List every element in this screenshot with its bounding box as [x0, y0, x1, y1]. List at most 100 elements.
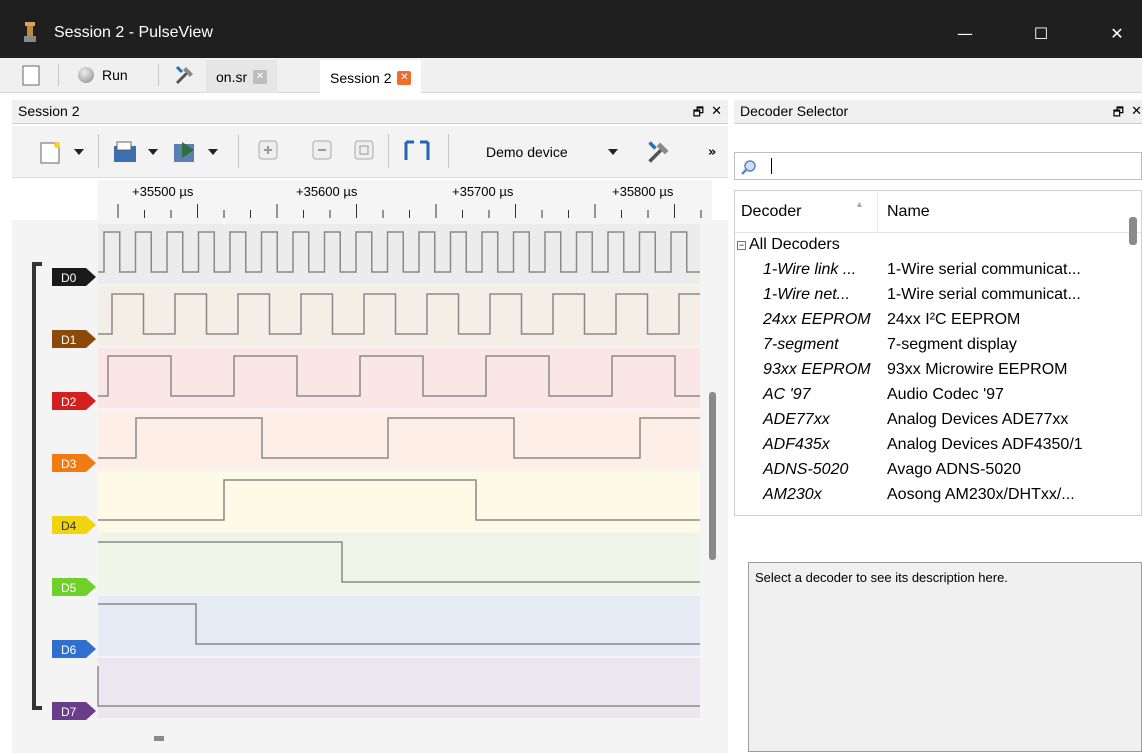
column-header-name[interactable]: Name — [887, 203, 930, 221]
decoder-row[interactable]: AM230x Aosong AM230x/DHTxx/... — [735, 482, 1141, 507]
decoder-panel-header: Decoder Selector 🗗 ✕ — [734, 100, 1142, 124]
close-tab-icon[interactable]: ✕ — [397, 70, 412, 85]
new-view-icon — [40, 142, 60, 164]
decoder-description: Select a decoder to see its description … — [748, 562, 1142, 752]
zoom-out-icon[interactable] — [310, 138, 334, 166]
channel-label-d1[interactable]: D1 — [52, 330, 96, 348]
decoder-row[interactable]: 24xx EEPROM 24xx I²C EEPROM — [735, 307, 1141, 332]
more-tools-button[interactable]: » — [708, 138, 716, 166]
channel-label-d4[interactable]: D4 — [52, 516, 96, 534]
channel-label-d3[interactable]: D3 — [52, 454, 96, 472]
decoder-id: 1-Wire link ... — [763, 260, 857, 278]
decoder-row[interactable]: AC '97 Audio Codec '97 — [735, 382, 1141, 407]
session-panel-header: Session 2 🗗 ✕ — [12, 100, 728, 124]
close-tab-icon[interactable]: ✕ — [253, 69, 268, 84]
decoder-list-header: Decoder ▲ Name — [735, 191, 1141, 233]
device-selector[interactable]: Demo device — [486, 138, 618, 166]
decoder-name: Avago ADNS-5020 — [887, 460, 1022, 478]
float-panel-icon[interactable]: 🗗 — [1113, 103, 1124, 124]
tab-on-sr[interactable]: on.sr ✕ — [206, 60, 278, 93]
decoder-row[interactable]: 1-Wire net... 1-Wire serial communicat... — [735, 282, 1141, 307]
channel-trace-background — [98, 224, 700, 284]
run-button[interactable]: Run — [78, 64, 128, 86]
maximize-button[interactable]: ☐ — [1018, 10, 1064, 56]
decoder-name: Analog Devices ADE77xx — [887, 410, 1069, 428]
zoom-in-icon[interactable] — [256, 138, 280, 166]
decoder-panel-title: Decoder Selector — [740, 103, 849, 119]
channel-name: D3 — [61, 457, 77, 471]
save-icon — [174, 142, 194, 162]
logic-probe-icon — [24, 22, 36, 42]
column-header-decoder[interactable]: Decoder — [741, 203, 801, 221]
decoder-name: 93xx Microwire EEPROM — [887, 360, 1068, 378]
channel-name: D1 — [61, 333, 77, 347]
open-file-icon — [114, 141, 136, 162]
channel-trace-background — [98, 534, 700, 594]
device-configure-icon[interactable] — [646, 138, 672, 166]
channel-name: D6 — [61, 643, 77, 657]
sort-ascending-icon: ▲ — [855, 199, 864, 209]
channel-label-d7[interactable]: D7 — [52, 702, 96, 720]
channel-label-d2[interactable]: D2 — [52, 392, 96, 410]
minimize-button[interactable]: — — [942, 10, 988, 56]
channel-label-d6[interactable]: D6 — [52, 640, 96, 658]
channel-label-d0[interactable]: D0 — [52, 268, 96, 286]
decoder-row[interactable]: 1-Wire link ... 1-Wire serial communicat.… — [735, 257, 1141, 282]
main-toolbar: Run on.sr ✕ Session 2 ✕ — [0, 58, 1142, 95]
decoder-id: ADNS-5020 — [763, 460, 849, 478]
new-session-icon[interactable] — [20, 64, 42, 86]
configure-icon[interactable] — [174, 64, 196, 86]
float-panel-icon[interactable]: 🗗 — [693, 103, 704, 124]
channel-trace-background — [98, 658, 700, 718]
decoder-group-label: All Decoders — [749, 236, 840, 253]
decoder-row[interactable]: ADE77xx Analog Devices ADE77xx — [735, 407, 1141, 432]
decoder-id: 1-Wire net... — [763, 285, 850, 303]
channel-trace-background — [98, 286, 700, 346]
decoder-row[interactable]: ADNS-5020 Avago ADNS-5020 — [735, 457, 1141, 482]
decoder-id: 93xx EEPROM — [763, 360, 871, 378]
channel-name: D4 — [61, 519, 77, 533]
decoder-name: 24xx I²C EEPROM — [887, 310, 1021, 328]
vertical-scrollbar[interactable] — [709, 392, 716, 560]
open-file-button[interactable] — [112, 138, 158, 166]
session-panel-title: Session 2 — [18, 103, 80, 119]
title-bar: Session 2 - PulseView — ☐ ✕ — [0, 0, 1142, 58]
channel-name: D7 — [61, 705, 77, 719]
decoder-id: 24xx EEPROM — [763, 310, 871, 328]
channel-name: D0 — [61, 271, 77, 285]
channel-name: D2 — [61, 395, 77, 409]
collapse-icon[interactable]: − — [737, 240, 746, 250]
close-panel-icon[interactable]: ✕ — [711, 103, 722, 119]
trace-area: D0 D1 D2 D3 D4 D5 D6 D7 — [12, 220, 728, 753]
window-title: Session 2 - PulseView — [54, 24, 213, 41]
close-panel-icon[interactable]: ✕ — [1131, 103, 1142, 119]
decoder-id: 7-segment — [763, 335, 839, 353]
new-view-button[interactable] — [38, 138, 84, 166]
decoder-row[interactable]: ADF435x Analog Devices ADF4350/1 — [735, 432, 1141, 457]
decoder-id: AC '97 — [763, 385, 811, 403]
zoom-fit-icon[interactable] — [352, 138, 376, 166]
decoder-row[interactable]: 7-segment 7-segment display — [735, 332, 1141, 357]
signal-traces[interactable]: D0 D1 D2 D3 D4 D5 D6 D7 — [12, 220, 728, 753]
decoder-search-field[interactable] — [734, 152, 1142, 180]
run-indicator-icon — [78, 67, 94, 83]
decoder-rows: 1-Wire link ... 1-Wire serial communicat.… — [735, 257, 1141, 507]
window-close-button[interactable]: ✕ — [1094, 10, 1140, 56]
channel-trace-background — [98, 410, 700, 470]
decoder-name: 1-Wire serial communicat... — [887, 285, 1081, 303]
tab-session-2[interactable]: Session 2 ✕ — [320, 60, 422, 95]
cursor-icon[interactable] — [402, 138, 432, 166]
decoder-row[interactable]: 93xx EEPROM 93xx Microwire EEPROM — [735, 357, 1141, 382]
decoder-group-row[interactable]: − All Decoders — [735, 233, 1141, 257]
decoder-name: Audio Codec '97 — [887, 385, 1004, 403]
horizontal-scrollbar[interactable] — [154, 736, 164, 741]
decoder-list[interactable]: Decoder ▲ Name − All Decoders 1-Wire lin… — [734, 190, 1142, 516]
channel-label-d5[interactable]: D5 — [52, 578, 96, 596]
time-ruler[interactable]: +35500 µs +35600 µs +35700 µs +35800 µs — [98, 180, 712, 220]
run-label: Run — [102, 67, 128, 83]
decoder-list-scrollbar[interactable] — [1129, 217, 1137, 245]
ruler-ticks — [117, 204, 702, 218]
save-button[interactable] — [172, 138, 218, 166]
tab-label: Session 2 — [330, 69, 392, 86]
channel-group-bracket[interactable] — [32, 262, 42, 710]
